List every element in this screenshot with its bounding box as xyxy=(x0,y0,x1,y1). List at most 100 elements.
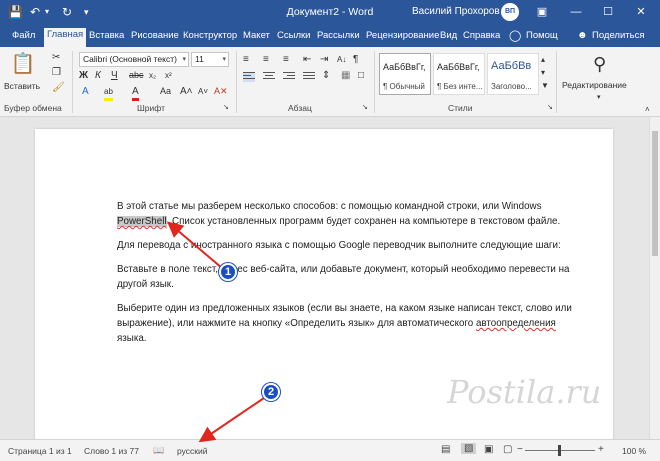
language-indicator[interactable]: русский xyxy=(177,446,208,456)
paragraph-4[interactable]: Выберите один из предложенных языков (ес… xyxy=(117,301,577,346)
tab-file[interactable]: Файл xyxy=(9,29,38,47)
tab-help[interactable]: Справка xyxy=(460,29,503,47)
web-layout-icon[interactable]: ▢ xyxy=(503,444,512,455)
tab-draw[interactable]: Рисование xyxy=(128,29,182,47)
page-count[interactable]: Страница 1 из 1 xyxy=(8,446,72,456)
bullets-icon[interactable]: ≡ xyxy=(243,53,249,66)
text-effects-icon[interactable]: A xyxy=(82,85,89,98)
vertical-scrollbar[interactable] xyxy=(649,117,660,439)
styles-more-icon[interactable]: ▼ xyxy=(541,79,549,92)
copy-icon[interactable]: ❐ xyxy=(52,66,61,79)
misspelled-word[interactable]: автоопределения xyxy=(476,318,556,329)
read-mode-icon[interactable]: ▧ xyxy=(461,443,477,454)
justify-icon[interactable] xyxy=(303,72,315,82)
paragraph-1[interactable]: В этой статье мы разберем несколько спос… xyxy=(117,199,577,229)
chevron-down-icon[interactable]: ▾ xyxy=(222,53,226,66)
print-layout-icon[interactable]: ▣ xyxy=(484,444,493,455)
ribbon-separator xyxy=(556,51,557,113)
shrink-font-icon[interactable]: A˅ xyxy=(198,85,208,98)
tab-references[interactable]: Ссылки xyxy=(274,29,313,47)
dialog-launcher-icon[interactable]: ↘ xyxy=(223,101,229,114)
focus-mode-icon[interactable]: ▤ xyxy=(441,444,450,455)
collapse-ribbon-icon[interactable]: ˄ xyxy=(645,103,650,116)
format-painter-icon[interactable]: 🖌 xyxy=(52,81,65,94)
word-count[interactable]: Слово 1 из 77 xyxy=(84,446,139,456)
user-name[interactable]: Василий Прохоров xyxy=(412,6,500,17)
show-marks-icon[interactable]: ¶ xyxy=(353,53,358,66)
align-left-icon[interactable] xyxy=(243,72,255,82)
chevron-down-icon[interactable]: ▾ xyxy=(597,91,601,104)
selected-word[interactable]: PowerShell xyxy=(117,216,167,227)
numbering-icon[interactable]: ≡ xyxy=(263,53,269,66)
title-bar: 💾 ↶ ▾ ↻ ▾ Документ2 - Word Василий Прохо… xyxy=(0,0,660,25)
zoom-slider-handle[interactable] xyxy=(558,445,561,456)
font-size-value: 11 xyxy=(195,54,204,64)
borders-icon[interactable]: □ xyxy=(358,69,364,82)
subscript-icon[interactable]: x₂ xyxy=(149,69,156,82)
minimize-icon[interactable]: — xyxy=(565,4,587,20)
tab-tell-me[interactable]: Помощ xyxy=(523,29,561,47)
find-icon[interactable]: ⚲ xyxy=(593,53,606,75)
font-name-combo[interactable]: Calibri (Основной текст) ▾ xyxy=(79,52,189,67)
watermark: Postila.ru xyxy=(447,373,602,411)
highlight-icon[interactable]: ab xyxy=(104,85,113,101)
share-button[interactable]: Поделиться xyxy=(589,29,647,47)
multilevel-list-icon[interactable]: ≡ xyxy=(283,53,289,66)
zoom-in-icon[interactable]: + xyxy=(598,444,604,455)
annotation-badge-1: 1 xyxy=(219,263,237,281)
paste-icon[interactable]: 📋 xyxy=(10,51,36,77)
tab-home[interactable]: Главная xyxy=(44,28,87,47)
style-heading-1[interactable]: АаБбВв Заголово... xyxy=(487,53,539,95)
tab-layout[interactable]: Макет xyxy=(240,29,273,47)
avatar[interactable]: ВП xyxy=(501,3,519,21)
underline-icon[interactable]: Ч xyxy=(111,69,118,82)
tab-mailings[interactable]: Рассылки xyxy=(314,29,363,47)
shading-icon[interactable]: ▦ xyxy=(341,69,350,82)
paste-button-label[interactable]: Вставить xyxy=(4,80,40,93)
style-normal[interactable]: АаБбВвГг, ¶ Обычный xyxy=(379,53,431,95)
align-center-icon[interactable] xyxy=(263,72,275,82)
scrollbar-thumb[interactable] xyxy=(652,131,658,256)
sort-icon[interactable]: A↓ xyxy=(337,53,346,66)
style-sample: АаБбВв xyxy=(491,60,532,72)
grow-font-icon[interactable]: A˄ xyxy=(180,85,193,98)
style-no-spacing[interactable]: АаБбВвГг, ¶ Без инте... xyxy=(433,53,485,95)
zoom-level[interactable]: 100 % xyxy=(622,446,646,456)
maximize-icon[interactable]: ☐ xyxy=(597,4,619,20)
styles-scroll-up-icon[interactable]: ▴ xyxy=(541,53,545,66)
proofing-icon[interactable]: 📖 xyxy=(153,445,164,456)
style-sample: АаБбВвГг, xyxy=(437,62,480,72)
dialog-launcher-icon[interactable]: ↘ xyxy=(362,101,368,114)
zoom-out-icon[interactable]: − xyxy=(517,444,523,455)
tab-design[interactable]: Конструктор xyxy=(180,29,240,47)
font-color-icon[interactable]: A xyxy=(132,85,139,101)
ribbon: 📋 Вставить ✂ ❐ 🖌 Буфер обмена Calibri (О… xyxy=(0,47,660,117)
clear-formatting-icon[interactable]: A✕ xyxy=(214,85,228,98)
annotation-badge-2: 2 xyxy=(262,383,280,401)
bold-icon[interactable]: Ж xyxy=(79,69,88,82)
styles-group-label: Стили xyxy=(448,103,473,113)
paragraph-2[interactable]: Для перевода с иностранного языка с помо… xyxy=(117,238,577,253)
ribbon-separator xyxy=(236,51,237,113)
strikethrough-icon[interactable]: abc xyxy=(129,69,144,82)
cut-icon[interactable]: ✂ xyxy=(52,51,60,64)
superscript-icon[interactable]: x² xyxy=(165,69,172,82)
lightbulb-icon[interactable]: ◯ xyxy=(506,29,524,47)
editing-button[interactable]: Редактирование xyxy=(562,79,627,92)
tab-insert[interactable]: Вставка xyxy=(86,29,127,47)
chevron-down-icon[interactable]: ▾ xyxy=(182,53,186,66)
line-spacing-icon[interactable]: ⇕ xyxy=(322,69,330,82)
increase-indent-icon[interactable]: ⇥ xyxy=(320,53,328,66)
tab-review[interactable]: Рецензирование xyxy=(363,29,442,47)
paragraph-3[interactable]: Вставьте в поле текст, адрес веб-сайта, … xyxy=(117,262,577,292)
decrease-indent-icon[interactable]: ⇤ xyxy=(303,53,311,66)
dialog-launcher-icon[interactable]: ↘ xyxy=(547,101,553,114)
close-icon[interactable]: ✕ xyxy=(630,4,652,20)
font-size-combo[interactable]: 11 ▾ xyxy=(191,52,229,67)
tab-view[interactable]: Вид xyxy=(437,29,460,47)
styles-scroll-down-icon[interactable]: ▾ xyxy=(541,66,545,79)
align-right-icon[interactable] xyxy=(283,72,295,82)
change-case-icon[interactable]: Aa xyxy=(160,85,171,98)
ribbon-display-options-icon[interactable]: ▣ xyxy=(531,4,553,20)
italic-icon[interactable]: К xyxy=(95,69,101,82)
